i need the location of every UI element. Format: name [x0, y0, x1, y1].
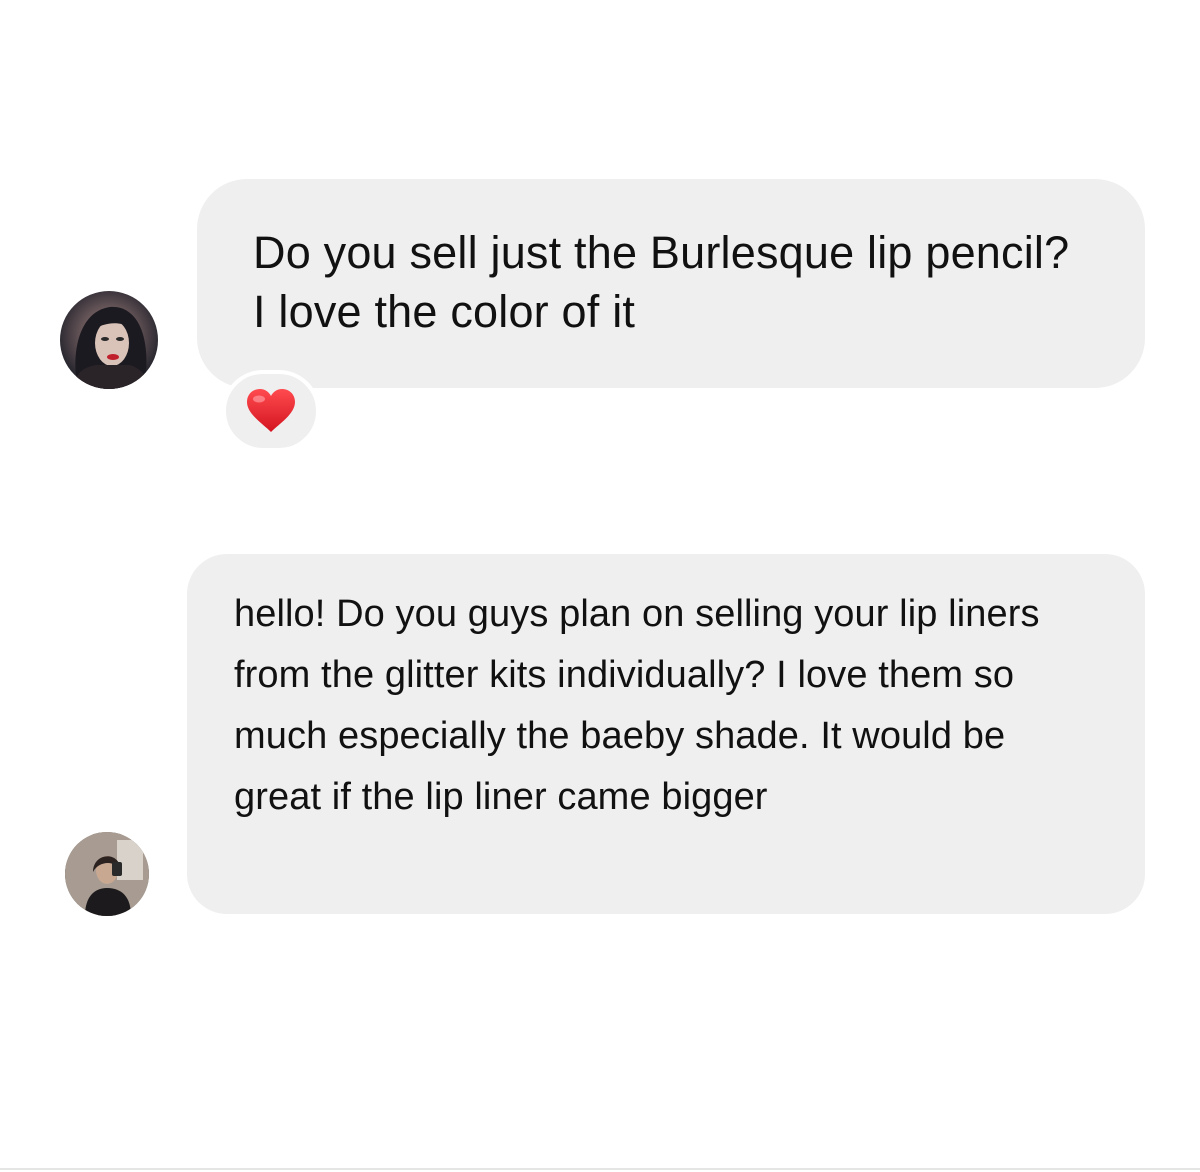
sender-avatar-1[interactable] [60, 291, 158, 389]
divider [0, 1168, 1200, 1170]
reaction-badge[interactable] [222, 370, 320, 452]
profile-photo-icon [65, 832, 149, 916]
message-bubble-1[interactable]: Do you sell just the Burlesque lip penci… [197, 179, 1145, 388]
profile-photo-icon [74, 306, 148, 389]
message-text-2: hello! Do you guys plan on selling your … [234, 593, 1040, 818]
sender-avatar-2[interactable] [65, 832, 149, 916]
message-text-1: Do you sell just the Burlesque lip penci… [253, 227, 1070, 337]
message-bubble-2[interactable]: hello! Do you guys plan on selling your … [187, 554, 1145, 914]
dm-thread: Do you sell just the Burlesque lip penci… [0, 0, 1200, 1172]
red-heart-icon [247, 389, 295, 432]
